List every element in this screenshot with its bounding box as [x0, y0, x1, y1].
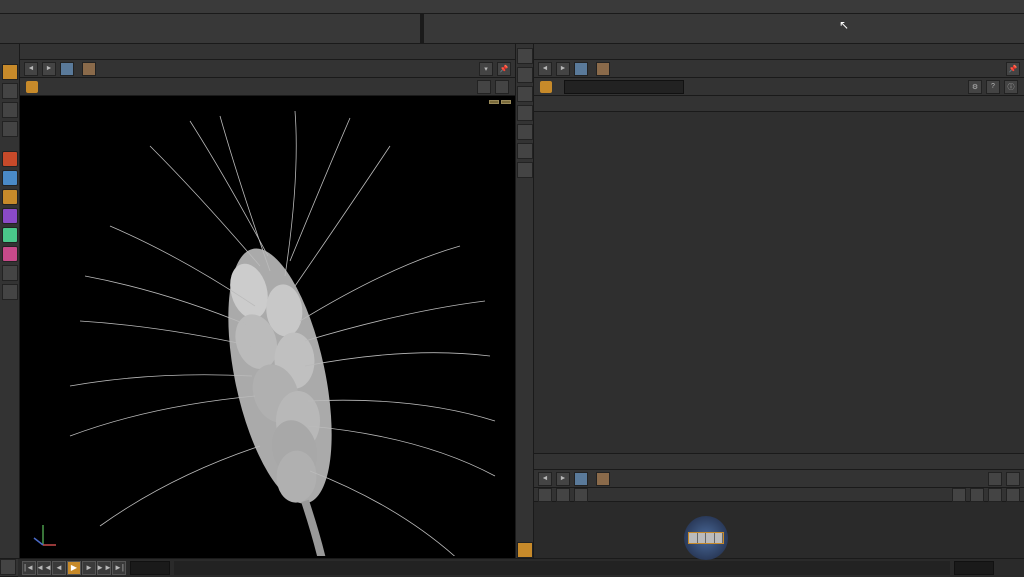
tool-purple[interactable]	[2, 208, 18, 224]
next-frame[interactable]: ►	[82, 561, 96, 575]
param-title-bar: ⚙ ? ⓘ	[534, 78, 1024, 96]
net-opt1[interactable]	[988, 472, 1002, 486]
tool-pink[interactable]	[2, 246, 18, 262]
pin-button[interactable]: 📌	[497, 62, 511, 76]
play-button[interactable]: ▶	[67, 561, 81, 575]
param-obj-icon[interactable]	[574, 62, 588, 76]
forward-button[interactable]: ►	[42, 62, 56, 76]
tool-10[interactable]	[2, 265, 18, 281]
viewport-pane: ◄ ► ▾ 📌	[20, 44, 515, 558]
net-back[interactable]: ◄	[538, 472, 552, 486]
disp-opt5[interactable]	[517, 124, 533, 140]
param-node-icon[interactable]	[596, 62, 610, 76]
net-fwd[interactable]: ►	[556, 472, 570, 486]
total-frames[interactable]	[954, 561, 994, 575]
playback-controls: |◄ ◄◄ ◄ ▶ ► ►► ►|	[18, 561, 130, 575]
tool-green[interactable]	[2, 227, 18, 243]
3d-viewport[interactable]	[20, 96, 515, 558]
tool-3[interactable]	[2, 102, 18, 118]
node-name-input[interactable]	[564, 80, 684, 94]
back-button[interactable]: ◄	[24, 62, 38, 76]
disp-opt6[interactable]	[517, 143, 533, 159]
parameter-area	[534, 96, 1024, 453]
main-menu-bar	[0, 0, 1024, 14]
disp-opt1[interactable]	[517, 48, 533, 64]
axis-gizmo	[28, 520, 58, 550]
help-icon[interactable]: ?	[986, 80, 1000, 94]
parameter-pane: ◄ ► 📌 ⚙ ? ⓘ	[533, 44, 1024, 558]
tool-red[interactable]	[2, 151, 18, 167]
main-area: ◄ ► ▾ 📌	[0, 44, 1024, 558]
wheat-icon	[26, 81, 38, 93]
net-tool7[interactable]	[1006, 488, 1020, 502]
param-fwd[interactable]: ►	[556, 62, 570, 76]
network-view[interactable]	[534, 502, 1024, 558]
network-toolbar	[534, 488, 1024, 502]
disp-highlight[interactable]	[517, 542, 533, 558]
select-tool[interactable]	[2, 64, 18, 80]
node-icon[interactable]	[82, 62, 96, 76]
info-icon[interactable]: ⓘ	[1004, 80, 1018, 94]
net-tool2[interactable]	[556, 488, 570, 502]
wheat-render	[20, 96, 515, 556]
noise-header	[534, 116, 1024, 124]
tool-11[interactable]	[2, 284, 18, 300]
param-wheat-icon	[540, 81, 552, 93]
prev-frame[interactable]: ◄	[52, 561, 66, 575]
network-pane: ◄ ►	[534, 453, 1024, 558]
viewport-right-strip	[515, 44, 533, 558]
right-top-tabs	[534, 44, 1024, 60]
prev-key[interactable]: ◄◄	[37, 561, 51, 575]
disp-opt4[interactable]	[517, 105, 533, 121]
param-back[interactable]: ◄	[538, 62, 552, 76]
tl-tool[interactable]	[0, 559, 16, 575]
disp-opt7[interactable]	[517, 162, 533, 178]
net-tool5[interactable]	[970, 488, 984, 502]
net-node-icon[interactable]	[596, 472, 610, 486]
param-tabs	[534, 96, 1024, 112]
viewport-title-bar	[20, 78, 515, 96]
current-frame[interactable]	[130, 561, 170, 575]
net-tool3[interactable]	[574, 488, 588, 502]
wheat-node[interactable]	[684, 516, 734, 560]
disp-opt2[interactable]	[517, 67, 533, 83]
viewport-tabs	[20, 44, 515, 60]
view-opt1[interactable]	[477, 80, 491, 94]
tool-shelf	[0, 14, 1024, 44]
timeline: |◄ ◄◄ ◄ ▶ ► ►► ►|	[0, 558, 1024, 576]
first-frame[interactable]: |◄	[22, 561, 36, 575]
obj-icon[interactable]	[60, 62, 74, 76]
gear-icon[interactable]: ⚙	[968, 80, 982, 94]
net-tool1[interactable]	[538, 488, 552, 502]
param-path-bar: ◄ ► 📌	[534, 60, 1024, 78]
tool-orange[interactable]	[2, 189, 18, 205]
net-obj-icon[interactable]	[574, 472, 588, 486]
viewport-path-bar: ◄ ► ▾ 📌	[20, 60, 515, 78]
net-tool6[interactable]	[988, 488, 1002, 502]
net-opt2[interactable]	[1006, 472, 1020, 486]
left-toolbar	[0, 44, 20, 558]
network-tabs	[534, 454, 1024, 470]
tool-2[interactable]	[2, 83, 18, 99]
network-path-bar: ◄ ►	[534, 470, 1024, 488]
net-tool4[interactable]	[952, 488, 966, 502]
last-frame[interactable]: ►|	[112, 561, 126, 575]
tool-blue[interactable]	[2, 170, 18, 186]
disp-opt3[interactable]	[517, 86, 533, 102]
tool-4[interactable]	[2, 121, 18, 137]
timeline-track[interactable]	[174, 561, 950, 575]
path-menu[interactable]: ▾	[479, 62, 493, 76]
view-opt2[interactable]	[495, 80, 509, 94]
next-key[interactable]: ►►	[97, 561, 111, 575]
param-pin[interactable]: 📌	[1006, 62, 1020, 76]
